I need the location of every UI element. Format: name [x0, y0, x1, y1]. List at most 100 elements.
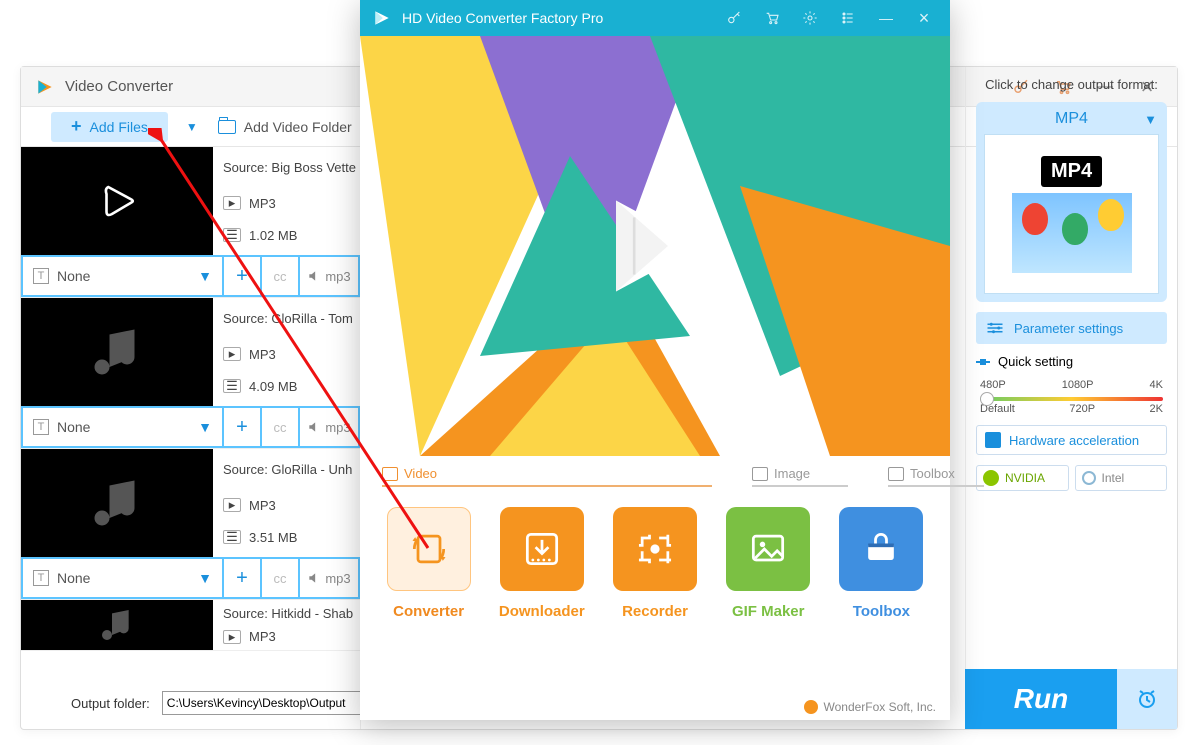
nvidia-icon — [983, 470, 999, 486]
alarm-icon — [1135, 687, 1159, 711]
audio-select[interactable]: mp3 — [298, 408, 358, 446]
launcher-window: HD Video Converter Factory Pro — × Video — [360, 0, 950, 720]
format-text: MP3 — [249, 347, 276, 362]
sliders-icon — [986, 321, 1004, 335]
tile-label: Converter — [393, 603, 464, 620]
menu-icon[interactable] — [834, 4, 862, 32]
add-files-button[interactable]: + Add Files — [51, 112, 168, 142]
play-icon — [96, 180, 138, 222]
file-item: Source: Hitkidd - Shab ▸ MP3 — [21, 600, 360, 651]
speaker-icon — [307, 420, 321, 434]
tile-label: Downloader — [499, 603, 585, 620]
format-text: MP3 — [249, 196, 276, 211]
source-label: Source: GloRilla - Tom — [223, 311, 350, 326]
schedule-button[interactable] — [1117, 669, 1177, 729]
format-icon: ▸ — [223, 498, 241, 512]
output-format-button[interactable]: MP4 ▼ MP4 — [976, 102, 1167, 302]
audio-select[interactable]: mp3 — [298, 257, 358, 295]
audio-select[interactable]: mp3 — [298, 559, 358, 597]
format-text: MP3 — [249, 629, 276, 644]
size-text: 4.09 MB — [249, 379, 297, 394]
intel-chip[interactable]: Intel — [1075, 465, 1168, 491]
text-icon: T — [33, 268, 49, 284]
plus-icon: + — [71, 116, 82, 137]
music-icon — [97, 605, 137, 645]
param-label: Parameter settings — [1014, 321, 1123, 336]
close-button[interactable]: × — [910, 4, 938, 32]
section-tabs: Video Image Toolbox — [378, 466, 932, 493]
quality-slider[interactable] — [980, 397, 1163, 401]
add-subtitle-button[interactable]: + — [222, 257, 260, 295]
tile-label: Recorder — [622, 603, 688, 620]
app-logo-icon — [35, 77, 55, 97]
tile-recorder[interactable]: Recorder — [608, 507, 701, 620]
launcher-title: HD Video Converter Factory Pro — [402, 10, 603, 26]
output-folder-input[interactable] — [162, 691, 372, 715]
minimize-button[interactable]: — — [872, 4, 900, 32]
tile-toolbox[interactable]: Toolbox — [835, 507, 928, 620]
thumbnail[interactable] — [21, 449, 213, 557]
key-icon[interactable] — [720, 4, 748, 32]
section-image: Image — [752, 466, 848, 487]
file-item: Source: GloRilla - Tom ▸MP3 ☰4.09 MB TNo… — [21, 298, 360, 449]
format-preview: MP4 — [984, 134, 1159, 294]
music-icon — [87, 473, 147, 533]
tile-label: Toolbox — [853, 603, 910, 620]
subtitle-select[interactable]: TNone▼ — [23, 419, 222, 435]
speaker-icon — [307, 269, 321, 283]
hardware-accel-button[interactable]: Hardware acceleration — [976, 425, 1167, 455]
size-text: 1.02 MB — [249, 228, 297, 243]
cc-button[interactable]: cc — [260, 559, 298, 597]
subtitle-select[interactable]: TNone▼ — [23, 570, 222, 586]
source-label: Source: Hitkidd - Shab — [223, 606, 350, 621]
gear-icon[interactable] — [796, 4, 824, 32]
cart-icon[interactable] — [758, 4, 786, 32]
thumbnail[interactable] — [21, 600, 213, 650]
folder-icon — [218, 120, 236, 134]
video-icon — [382, 467, 398, 481]
add-folder-button[interactable]: Add Video Folder — [218, 119, 352, 135]
source-label: Source: Big Boss Vette — [223, 160, 350, 175]
add-subtitle-button[interactable]: + — [222, 408, 260, 446]
add-subtitle-button[interactable]: + — [222, 559, 260, 597]
file-item: Source: Big Boss Vette ▸ MP3 ☰ 1.02 MB TNo… — [21, 147, 360, 298]
chip-icon — [985, 432, 1001, 448]
preview-image — [1012, 193, 1132, 273]
file-list: Source: Big Boss Vette ▸ MP3 ☰ 1.02 MB TNo… — [21, 147, 361, 729]
parameter-settings-button[interactable]: Parameter settings — [976, 312, 1167, 344]
slider-thumb[interactable] — [980, 392, 994, 406]
output-sidebar: Click to change output format: MP4 ▼ MP4… — [965, 67, 1177, 729]
add-files-dropdown[interactable]: ▼ — [186, 120, 198, 134]
run-button[interactable]: Run — [965, 669, 1117, 729]
thumbnail[interactable] — [21, 147, 213, 255]
hero-logo-icon — [590, 181, 720, 311]
tile-downloader[interactable]: Downloader — [495, 507, 588, 620]
format-icon: ▸ — [223, 630, 241, 644]
format-icon: ▸ — [223, 196, 241, 210]
speaker-icon — [307, 571, 321, 585]
section-video: Video — [382, 466, 712, 487]
cc-button[interactable]: cc — [260, 408, 298, 446]
tile-gifmaker[interactable]: GIF Maker — [722, 507, 815, 620]
app-logo-icon — [372, 8, 392, 28]
format-hint: Click to change output format: — [976, 77, 1167, 92]
section-toolbox: Toolbox — [888, 466, 984, 487]
add-folder-label: Add Video Folder — [244, 119, 352, 135]
thumbnail[interactable] — [21, 298, 213, 406]
nvidia-chip[interactable]: NVIDIA — [976, 465, 1069, 491]
cc-button[interactable]: cc — [260, 257, 298, 295]
size-text: 3.51 MB — [249, 530, 297, 545]
tile-converter[interactable]: Converter — [382, 507, 475, 620]
format-label: MP4 — [984, 110, 1159, 128]
file-item: Source: GloRilla - Unh ▸MP3 ☰3.51 MB TNo… — [21, 449, 360, 600]
tile-label: GIF Maker — [732, 603, 805, 620]
size-icon: ☰ — [223, 379, 241, 393]
image-icon — [752, 467, 768, 481]
format-text: MP3 — [249, 498, 276, 513]
chevron-down-icon: ▼ — [1144, 112, 1157, 127]
size-icon: ☰ — [223, 530, 241, 544]
subtitle-select[interactable]: TNone▼ — [23, 268, 222, 284]
add-files-label: Add Files — [90, 119, 148, 135]
text-icon: T — [33, 570, 49, 586]
size-icon: ☰ — [223, 228, 241, 242]
